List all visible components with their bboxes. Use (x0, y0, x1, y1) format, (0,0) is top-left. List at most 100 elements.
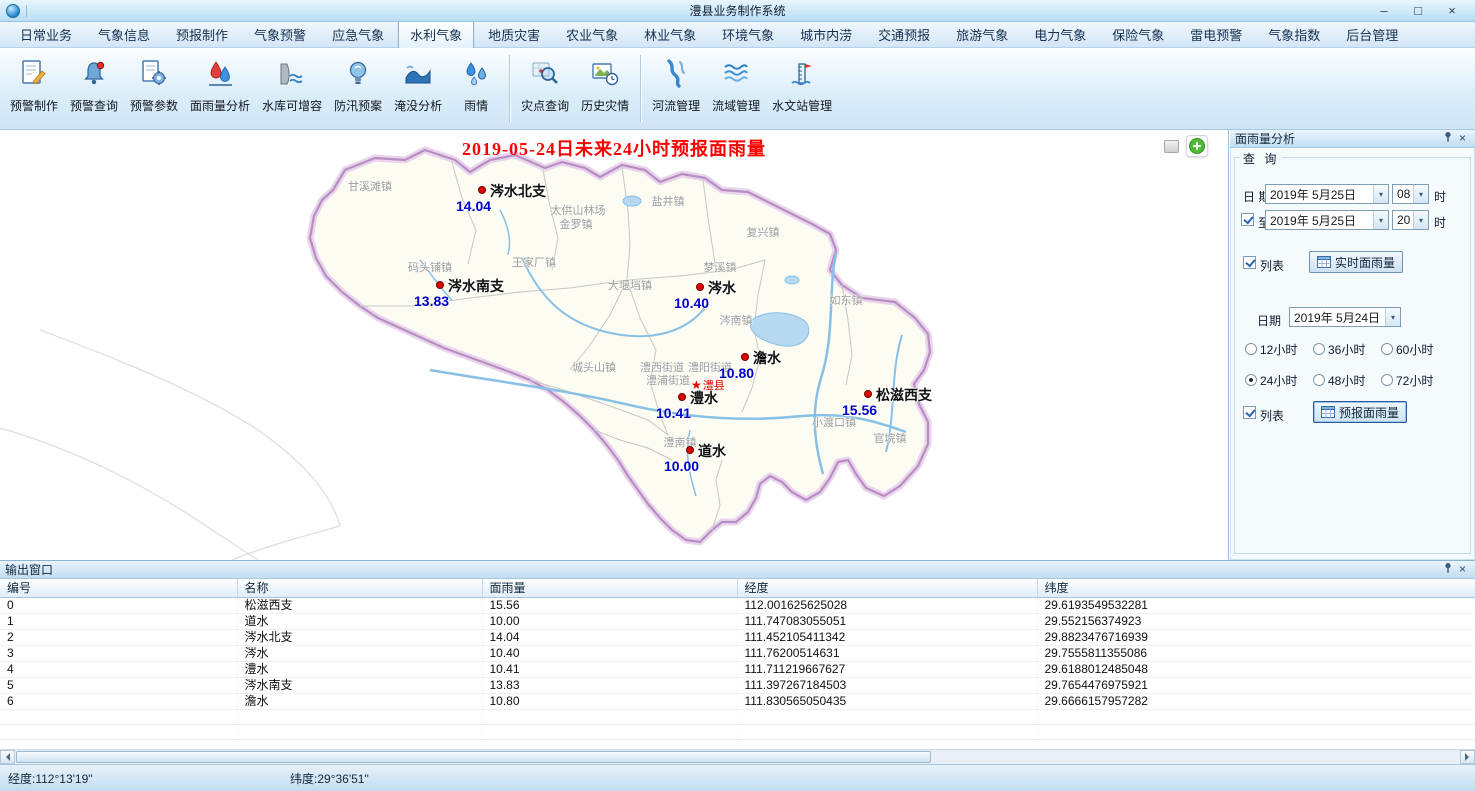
basin-button[interactable]: 流域管理 (706, 50, 766, 127)
close-button[interactable]: × (1443, 2, 1461, 20)
chevron-down-icon[interactable]: ▾ (1413, 185, 1428, 203)
menu-item-18[interactable]: 后台管理 (1334, 20, 1410, 49)
warning-edit-button[interactable]: 预警制作 (4, 50, 64, 127)
horizontal-scrollbar[interactable] (0, 749, 1475, 764)
reservoir-button[interactable]: 水库可增容 (256, 50, 328, 127)
realtime-list-label: 列表 (1260, 257, 1284, 274)
scroll-right-button[interactable] (1460, 750, 1475, 764)
warning-query-icon (79, 58, 109, 88)
table-row[interactable]: 4澧水10.41111.71121966762729.6188012485048 (0, 661, 1475, 677)
map-area[interactable]: 2019-05-24日未来24小时预报面雨量 甘溪滩镇盐井镇太供山林场金罗镇复兴… (0, 130, 1229, 560)
duration-radio-6[interactable]: 72小时 (1381, 373, 1455, 387)
realtime-list-checkbox[interactable] (1243, 256, 1256, 269)
chevron-down-icon[interactable]: ▾ (1385, 308, 1400, 326)
end-hour-combobox[interactable]: 20 ▾ (1392, 210, 1429, 230)
column-header: 经度 (737, 579, 1037, 597)
hydro-station-button[interactable]: 水文站管理 (766, 50, 838, 127)
town-label: 涔南镇 (720, 312, 753, 328)
menu-item-14[interactable]: 电力气象 (1022, 20, 1098, 49)
end-time-checkbox[interactable] (1241, 213, 1254, 226)
forecast-date-combobox[interactable]: 2019年 5月24日 ▾ (1289, 307, 1401, 327)
start-date-combobox[interactable]: 2019年 5月25日 ▾ (1265, 184, 1389, 204)
table-cell-empty (1037, 724, 1475, 739)
station-name: 道水 (698, 441, 726, 461)
warning-params-button[interactable]: 预警参数 (124, 50, 184, 127)
toolbar-button-label: 水文站管理 (772, 97, 832, 114)
table-cell: 道水 (237, 613, 482, 629)
chevron-down-icon[interactable]: ▾ (1373, 211, 1388, 229)
output-window-header: 输出窗口 × (0, 561, 1475, 579)
menu-item-6[interactable]: 水利气象 (398, 20, 474, 49)
query-group-label: 查 询 (1240, 150, 1282, 167)
table-row[interactable]: 3涔水10.40111.7620051463129.7555811355086 (0, 645, 1475, 661)
menu-item-11[interactable]: 城市内涝 (788, 20, 864, 49)
menu-item-13[interactable]: 旅游气象 (944, 20, 1020, 49)
submerge-button[interactable]: 淹没分析 (388, 50, 448, 127)
menu-item-12[interactable]: 交通预报 (866, 20, 942, 49)
table-row[interactable]: 6澹水10.80111.83056505043529.6666157957282 (0, 693, 1475, 709)
menu-item-2[interactable]: 气象信息 (86, 20, 162, 49)
forecast-date-label: 日期 (1257, 312, 1281, 329)
scrollbar-thumb[interactable] (16, 751, 931, 763)
duration-radio-1[interactable]: 12小时 (1245, 342, 1313, 356)
table-row[interactable]: 2涔水北支14.04111.45210541134229.88234767169… (0, 629, 1475, 645)
river-button[interactable]: 河流管理 (646, 50, 706, 127)
maximize-button[interactable]: □ (1409, 2, 1427, 20)
scrollbar-track[interactable] (931, 750, 1461, 764)
menu-item-7[interactable]: 地质灾害 (476, 20, 552, 49)
close-icon[interactable]: × (1455, 562, 1470, 577)
rain-analysis-button[interactable]: 面雨量分析 (184, 50, 256, 127)
duration-radio-2[interactable]: 36小时 (1313, 342, 1381, 356)
menu-item-1[interactable]: 日常业务 (8, 20, 84, 49)
scroll-left-button[interactable] (0, 750, 15, 764)
table-cell: 涔水 (237, 645, 482, 661)
table-row[interactable]: 0松滋西支15.56112.00162562502829.61935495322… (0, 597, 1475, 613)
table-icon (1317, 256, 1331, 268)
menu-item-8[interactable]: 农业气象 (554, 20, 630, 49)
table-cell-empty (237, 709, 482, 724)
table-cell-empty (1037, 709, 1475, 724)
menu-item-16[interactable]: 雷电预警 (1178, 20, 1254, 49)
table-row[interactable]: 5涔水南支13.83111.39726718450329.76544769759… (0, 677, 1475, 693)
menu-item-15[interactable]: 保险气象 (1100, 20, 1176, 49)
chevron-down-icon[interactable]: ▾ (1413, 211, 1428, 229)
menu-item-9[interactable]: 林业气象 (632, 20, 708, 49)
column-header: 编号 (0, 579, 237, 597)
river-icon (661, 58, 691, 88)
disaster-history-button[interactable]: 历史灾情 (575, 50, 635, 127)
column-header: 面雨量 (482, 579, 737, 597)
pin-icon[interactable] (1440, 562, 1455, 578)
pin-icon[interactable] (1440, 131, 1455, 147)
duration-radio-5[interactable]: 48小时 (1313, 373, 1381, 387)
table-cell: 5 (0, 677, 237, 693)
table-row[interactable]: 1道水10.00111.74708305505129.552156374923 (0, 613, 1475, 629)
duration-radio-4[interactable]: 24小时 (1245, 373, 1313, 387)
station-rainfall-value: 15.56 (842, 402, 877, 418)
start-hour-combobox[interactable]: 08 ▾ (1392, 184, 1429, 204)
minimize-button[interactable]: – (1375, 2, 1393, 20)
table-cell: 涔水南支 (237, 677, 482, 693)
flood-plan-button[interactable]: 防汛预案 (328, 50, 388, 127)
disaster-query-button[interactable]: 灾点查询 (515, 50, 575, 127)
realtime-rainfall-button[interactable]: 实时面雨量 (1309, 251, 1403, 273)
rain-button[interactable]: 雨情 (448, 50, 504, 127)
forecast-list-checkbox[interactable] (1243, 406, 1256, 419)
close-icon[interactable]: × (1455, 131, 1470, 146)
warning-query-button[interactable]: 预警查询 (64, 50, 124, 127)
town-label: 梦溪镇 (704, 259, 737, 275)
town-label: 官垸镇 (874, 430, 907, 446)
menu-item-5[interactable]: 应急气象 (320, 20, 396, 49)
app-window: 澧县业务制作系统 – □ × 日常业务气象信息预报制作气象预警应急气象水利气象地… (0, 0, 1475, 791)
end-date-combobox[interactable]: 2019年 5月25日 ▾ (1265, 210, 1389, 230)
zoom-in-button[interactable] (1186, 135, 1208, 157)
menu-item-10[interactable]: 环境气象 (710, 20, 786, 49)
table-cell: 112.001625625028 (737, 597, 1037, 613)
map-layers-icon[interactable] (1164, 140, 1179, 153)
duration-radio-3[interactable]: 60小时 (1381, 342, 1455, 356)
menu-item-4[interactable]: 气象预警 (242, 20, 318, 49)
chevron-down-icon[interactable]: ▾ (1373, 185, 1388, 203)
menu-item-17[interactable]: 气象指数 (1256, 20, 1332, 49)
forecast-rainfall-button[interactable]: 预报面雨量 (1313, 401, 1407, 423)
menu-item-3[interactable]: 预报制作 (164, 20, 240, 49)
table-row-empty (0, 724, 1475, 739)
